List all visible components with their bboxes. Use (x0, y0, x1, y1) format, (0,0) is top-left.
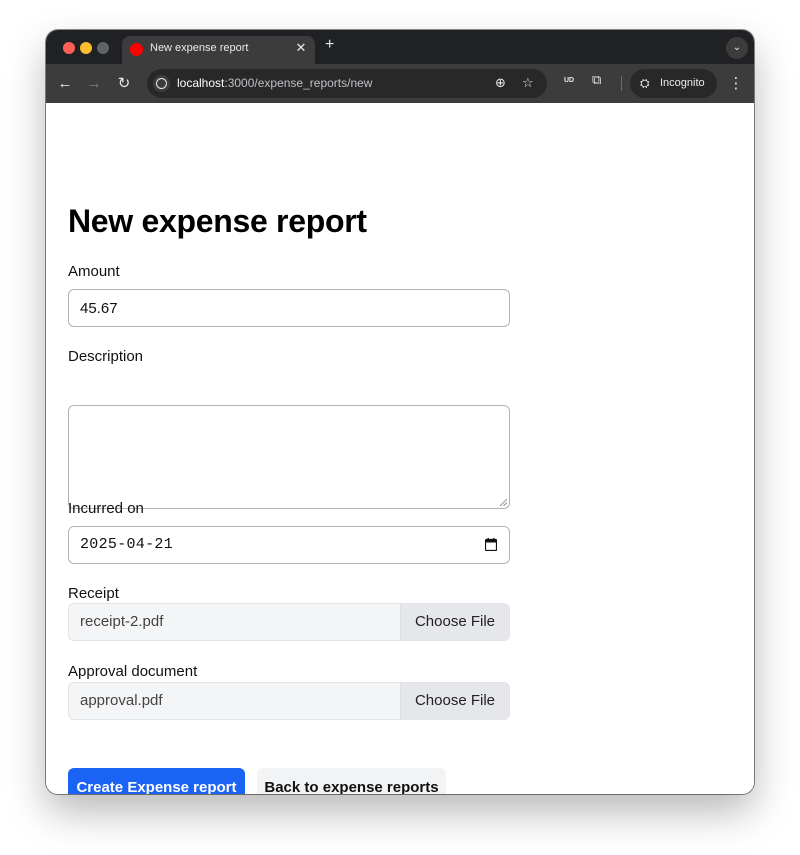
incurred-on-date-input[interactable]: 2025-04-21 (68, 526, 510, 564)
browser-menu-icon[interactable]: ⋮ (726, 73, 746, 95)
site-info-icon[interactable] (153, 75, 170, 92)
tab-strip: New expense report ✕ + ⌄ (46, 30, 754, 64)
incognito-label: Incognito (660, 77, 705, 89)
tab-new-expense-report[interactable]: New expense report ✕ (122, 36, 315, 64)
back-to-expense-reports-button[interactable]: Back to expense reports (257, 768, 446, 794)
incurred-on-value: 2025-04-21 (80, 536, 174, 553)
calendar-icon[interactable] (485, 538, 497, 551)
incognito-badge[interactable]: ⛭ Incognito (630, 69, 717, 98)
zoom-icon[interactable]: ⊕ (495, 75, 506, 91)
approval-document-label: Approval document (68, 663, 198, 680)
new-tab-icon[interactable]: + (325, 36, 334, 54)
browser-toolbar: ← → ↻ localhost:3000/expense_reports/new… (46, 64, 754, 104)
description-textarea[interactable] (68, 405, 510, 509)
toolbar-divider (621, 76, 622, 91)
page-title: New expense report (68, 203, 367, 239)
receipt-choose-file-button[interactable]: Choose File (400, 604, 509, 640)
description-label: Description (68, 348, 144, 365)
screen: New expense report ✕ + ⌄ ← → ↻ localhost… (0, 0, 800, 855)
amount-label: Amount (68, 263, 120, 280)
ublock-extension-icon[interactable]: UD (564, 77, 574, 84)
incognito-icon: ⛭ (640, 76, 650, 90)
extensions-puzzle-icon[interactable]: ⧉ (592, 72, 601, 88)
maximize-window-button[interactable] (97, 42, 109, 54)
forward-icon[interactable]: → (83, 73, 105, 95)
tab-close-icon[interactable]: ✕ (294, 40, 308, 56)
incurred-on-label: Incurred on (68, 500, 144, 517)
address-bar[interactable]: localhost:3000/expense_reports/new ⊕ ☆ (147, 69, 547, 98)
create-expense-report-button[interactable]: Create Expense report (68, 768, 245, 794)
url-path: :3000/expense_reports/new (224, 76, 373, 90)
page-content: New expense report Amount Description In… (46, 103, 754, 794)
back-icon[interactable]: ← (54, 73, 76, 95)
tab-search-icon[interactable]: ⌄ (726, 37, 748, 59)
close-window-button[interactable] (63, 42, 75, 54)
approval-document-file-name: approval.pdf (80, 692, 163, 709)
minimize-window-button[interactable] (80, 42, 92, 54)
receipt-label: Receipt (68, 585, 119, 602)
tab-title: New expense report (150, 42, 249, 54)
approval-document-file-input[interactable]: approval.pdf Choose File (68, 682, 510, 720)
receipt-file-name: receipt-2.pdf (80, 613, 164, 630)
receipt-file-input[interactable]: receipt-2.pdf Choose File (68, 603, 510, 641)
browser-window: New expense report ✕ + ⌄ ← → ↻ localhost… (46, 30, 754, 794)
resize-grip-icon[interactable] (500, 499, 507, 506)
amount-input[interactable] (68, 289, 510, 327)
approval-choose-file-button[interactable]: Choose File (400, 683, 509, 719)
bookmark-star-icon[interactable]: ☆ (522, 75, 534, 91)
url-text[interactable]: localhost:3000/expense_reports/new (177, 76, 372, 90)
url-host: localhost (177, 76, 225, 90)
favicon-icon (130, 43, 143, 56)
reload-icon[interactable]: ↻ (113, 73, 135, 95)
